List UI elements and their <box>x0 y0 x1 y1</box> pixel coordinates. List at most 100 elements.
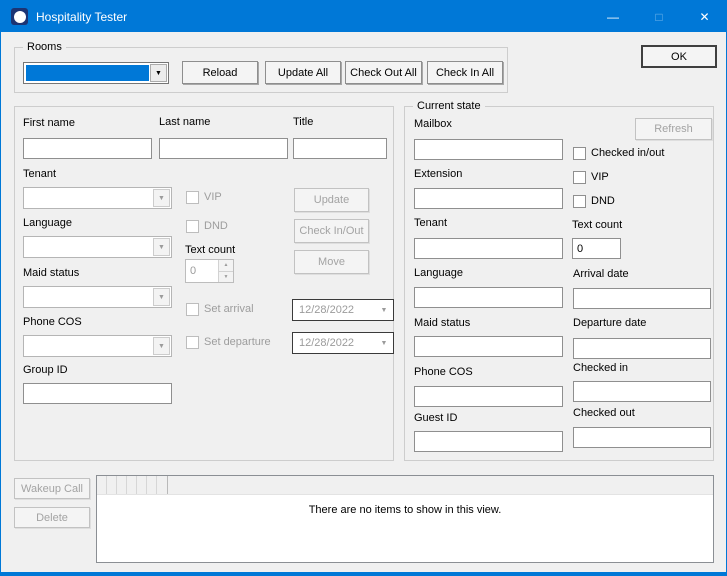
group-id-label: Group ID <box>23 364 68 376</box>
ok-button[interactable]: OK <box>641 45 717 68</box>
vip-checkbox[interactable] <box>186 191 199 204</box>
wakeup-call-button[interactable]: Wakeup Call <box>14 478 90 499</box>
set-arrival-checkbox[interactable] <box>186 303 199 316</box>
listview-empty-message: There are no items to show in this view. <box>97 504 713 516</box>
check-in-out-button[interactable]: Check In/Out <box>294 219 369 243</box>
rooms-combobox[interactable]: ▼ <box>23 62 169 84</box>
app-user-icon <box>11 8 28 25</box>
state-maid-status-label: Maid status <box>414 317 470 329</box>
tenant-label: Tenant <box>23 168 56 180</box>
rooms-group-label: Rooms <box>23 41 66 53</box>
checked-in-out-checkbox[interactable] <box>573 147 586 160</box>
phone-cos-label: Phone COS <box>23 316 82 328</box>
chevron-down-icon[interactable]: ▼ <box>377 340 391 347</box>
title-label: Title <box>293 116 313 128</box>
arrival-date-input[interactable] <box>573 288 711 309</box>
state-phone-cos-label: Phone COS <box>414 366 473 378</box>
window-bottom-border <box>1 572 726 575</box>
listview-column[interactable] <box>157 476 167 494</box>
language-combobox[interactable]: ▼ <box>23 236 172 258</box>
phone-cos-combobox-selection <box>26 338 152 354</box>
window-title: Hospitality Tester <box>36 10 127 24</box>
state-tenant-label: Tenant <box>414 217 447 229</box>
listview-header[interactable] <box>97 476 713 495</box>
delete-button[interactable]: Delete <box>14 507 90 528</box>
chevron-down-icon[interactable]: ▼ <box>153 189 170 207</box>
checked-out-label: Checked out <box>573 407 635 419</box>
spinner-up-icon[interactable]: ▲ <box>219 260 233 272</box>
update-button[interactable]: Update <box>294 188 369 212</box>
state-vip-checkbox[interactable] <box>573 171 586 184</box>
group-id-input[interactable] <box>23 383 172 404</box>
dnd-label: DND <box>204 220 228 232</box>
spinner-down-icon[interactable]: ▼ <box>219 272 233 283</box>
chevron-down-icon[interactable]: ▼ <box>150 64 167 82</box>
refresh-button[interactable]: Refresh <box>635 118 712 140</box>
tenant-combobox[interactable]: ▼ <box>23 187 172 209</box>
title-input[interactable] <box>293 138 387 159</box>
vip-label: VIP <box>204 191 222 203</box>
maid-status-label: Maid status <box>23 267 79 279</box>
maid-status-combobox[interactable]: ▼ <box>23 286 172 308</box>
mailbox-input[interactable] <box>414 139 563 160</box>
listview-columns[interactable] <box>97 476 168 494</box>
check-in-all-button[interactable]: Check In All <box>427 61 503 84</box>
checked-out-input[interactable] <box>573 427 711 448</box>
chevron-down-icon[interactable]: ▼ <box>153 337 170 355</box>
state-language-input[interactable] <box>414 287 563 308</box>
state-phone-cos-input[interactable] <box>414 386 563 407</box>
text-count-value[interactable] <box>186 260 218 282</box>
state-vip-label: VIP <box>591 171 609 183</box>
listview-column[interactable] <box>107 476 117 494</box>
phone-cos-combobox[interactable]: ▼ <box>23 335 172 357</box>
set-arrival-label: Set arrival <box>204 303 254 315</box>
arrival-date-label: Arrival date <box>573 268 629 280</box>
update-all-button[interactable]: Update All <box>265 61 341 84</box>
chevron-down-icon[interactable]: ▼ <box>153 238 170 256</box>
state-dnd-checkbox[interactable] <box>573 195 586 208</box>
dnd-checkbox[interactable] <box>186 220 199 233</box>
chevron-down-icon[interactable]: ▼ <box>153 288 170 306</box>
state-language-label: Language <box>414 267 463 279</box>
checked-in-label: Checked in <box>573 362 628 374</box>
set-departure-label: Set departure <box>204 336 271 348</box>
state-text-count-input[interactable] <box>572 238 621 259</box>
text-count-spinner[interactable]: ▲ ▼ <box>185 259 234 283</box>
listview-column[interactable] <box>127 476 137 494</box>
listview-column[interactable] <box>117 476 127 494</box>
departure-date-picker[interactable]: 12/28/2022 ▼ <box>292 332 394 354</box>
reload-button[interactable]: Reload <box>182 61 258 84</box>
listview-column[interactable] <box>137 476 147 494</box>
extension-input[interactable] <box>414 188 563 209</box>
guest-id-input[interactable] <box>414 431 563 452</box>
set-departure-checkbox[interactable] <box>186 336 199 349</box>
wakeup-call-listview[interactable]: There are no items to show in this view. <box>96 475 714 563</box>
maximize-icon[interactable]: □ <box>636 1 682 32</box>
close-icon[interactable]: ✕ <box>681 1 727 32</box>
state-tenant-input[interactable] <box>414 238 563 259</box>
checked-in-input[interactable] <box>573 381 711 402</box>
extension-label: Extension <box>414 168 462 180</box>
arrival-date-picker[interactable]: 12/28/2022 ▼ <box>292 299 394 321</box>
rooms-combobox-selection <box>26 65 149 81</box>
guest-id-label: Guest ID <box>414 412 457 424</box>
chevron-down-icon[interactable]: ▼ <box>377 307 391 314</box>
text-count-label: Text count <box>185 244 235 256</box>
titlebar: Hospitality Tester — □ ✕ <box>1 1 726 32</box>
arrival-date-value: 12/28/2022 <box>299 304 377 316</box>
minimize-icon[interactable]: — <box>590 1 636 32</box>
spinner-buttons: ▲ ▼ <box>218 260 233 282</box>
listview-column[interactable] <box>97 476 107 494</box>
check-out-all-button[interactable]: Check Out All <box>345 61 422 84</box>
state-maid-status-input[interactable] <box>414 336 563 357</box>
listview-column[interactable] <box>147 476 157 494</box>
hospitality-tester-window: Hospitality Tester — □ ✕ Rooms ▼ Reload … <box>0 0 727 576</box>
first-name-input[interactable] <box>23 138 152 159</box>
app-user-icon-circle <box>14 11 26 23</box>
rooms-group: Rooms ▼ Reload Update All Check Out All … <box>14 47 508 93</box>
last-name-input[interactable] <box>159 138 288 159</box>
state-dnd-label: DND <box>591 195 615 207</box>
first-name-label: First name <box>23 117 75 129</box>
move-button[interactable]: Move <box>294 250 369 274</box>
departure-date-input[interactable] <box>573 338 711 359</box>
